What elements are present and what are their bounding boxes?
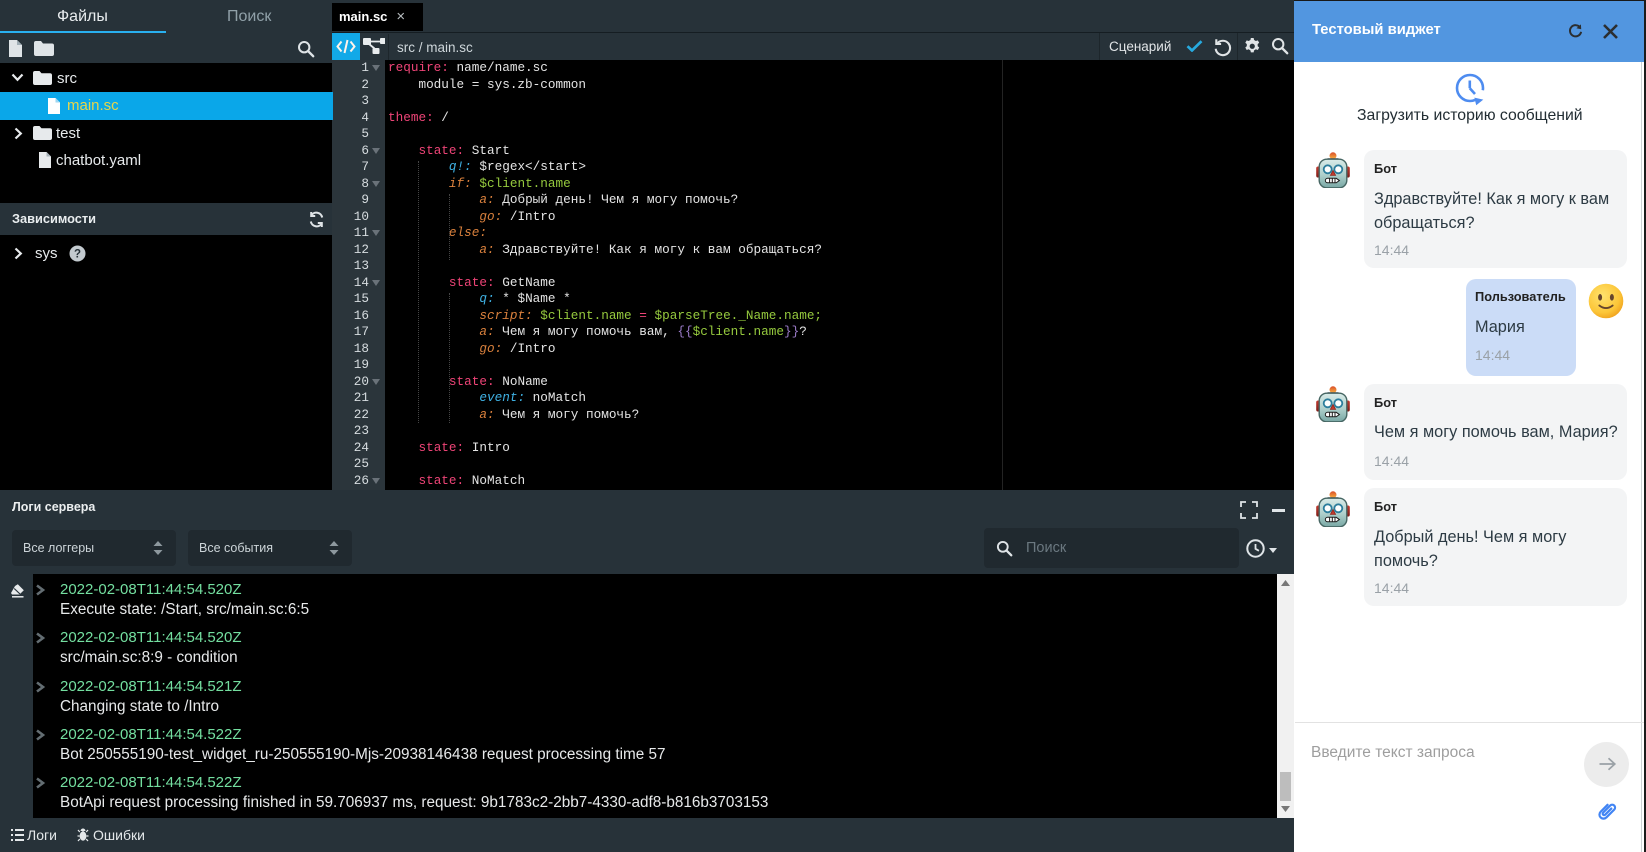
svg-text:?: ? — [74, 249, 81, 261]
